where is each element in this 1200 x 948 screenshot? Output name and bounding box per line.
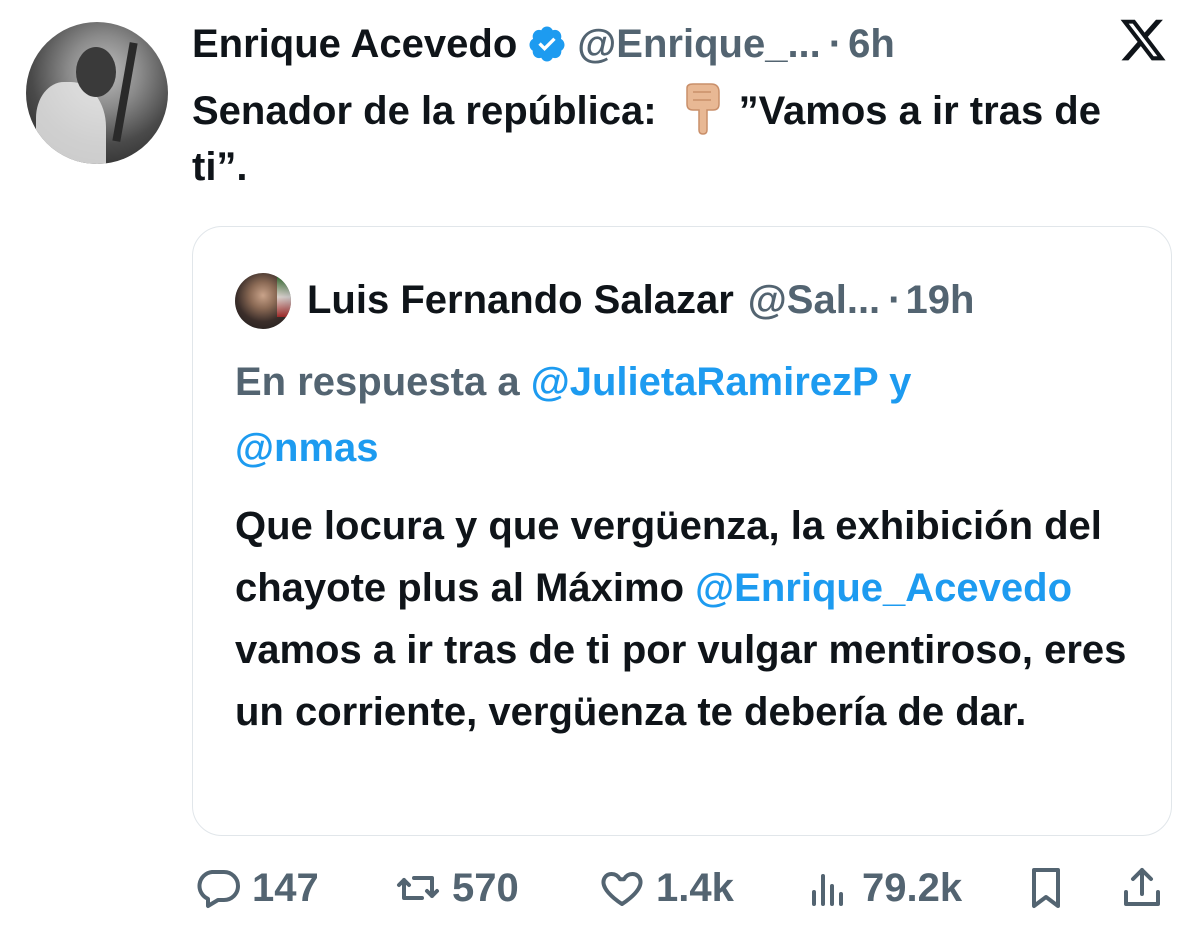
mention-link[interactable]: @nmas [235, 426, 379, 470]
reply-context: En respuesta a @JulietaRamirezP y @nmas [235, 349, 1135, 481]
views-count: 79.2k [862, 865, 963, 910]
quoted-text-part: vamos a ir tras de ti por vulgar mentiro… [235, 628, 1127, 734]
repost-button[interactable]: 570 [394, 858, 519, 918]
verified-badge-icon [527, 24, 567, 64]
avatar-shape [112, 42, 138, 142]
quoted-author-handle[interactable]: @Sal... [748, 275, 880, 325]
bookmark-button[interactable] [1022, 858, 1070, 918]
quoted-tweet-header: Luis Fernando Salazar @Sal... · 19h [307, 275, 974, 325]
reply-button[interactable]: 147 [194, 858, 319, 918]
quoted-author-avatar[interactable] [235, 273, 291, 329]
tweet-header: Enrique Acevedo @Enrique_... · 6h [192, 20, 895, 68]
reply-joiner: y [889, 360, 912, 404]
mention-link[interactable]: @JulietaRamirezP [531, 360, 878, 404]
author-name[interactable]: Enrique Acevedo [192, 20, 517, 68]
reply-count: 147 [252, 865, 319, 910]
x-logo-icon [1118, 14, 1168, 66]
pointing-down-hand-icon [681, 82, 725, 136]
tweet-timestamp[interactable]: 6h [848, 20, 895, 68]
separator-dot: · [888, 278, 902, 322]
quoted-tweet-text: Que locura y que vergüenza, la exhibició… [235, 495, 1155, 743]
bookmark-icon [1022, 864, 1070, 912]
views-button[interactable]: 79.2k [804, 858, 962, 918]
separator-dot: · [828, 22, 843, 66]
tweet-text-part: Senador de la república: [192, 89, 657, 133]
author-handle[interactable]: @Enrique_... [577, 20, 821, 68]
views-chart-icon [804, 864, 852, 912]
heart-icon [598, 864, 646, 912]
repost-icon [394, 864, 442, 912]
author-avatar[interactable] [26, 22, 168, 164]
avatar-shape [76, 47, 116, 97]
quoted-tweet-timestamp[interactable]: 19h [906, 275, 975, 325]
share-button[interactable] [1118, 858, 1166, 918]
reply-prefix: En respuesta a [235, 360, 520, 404]
share-icon [1118, 864, 1166, 912]
like-count: 1.4k [656, 865, 734, 910]
mention-link[interactable]: @Enrique_Acevedo [695, 566, 1072, 610]
tweet-text: Senador de la república: ”Vamos a ir tra… [192, 82, 1152, 195]
quoted-author-name[interactable]: Luis Fernando Salazar [307, 275, 734, 325]
like-button[interactable]: 1.4k [598, 858, 734, 918]
repost-count: 570 [452, 865, 519, 910]
avatar-shape [277, 277, 291, 317]
action-bar: 147 570 1.4k 79.2k [0, 858, 1200, 918]
reply-icon [194, 864, 242, 912]
quoted-tweet-card[interactable]: Luis Fernando Salazar @Sal... · 19h En r… [192, 226, 1172, 836]
